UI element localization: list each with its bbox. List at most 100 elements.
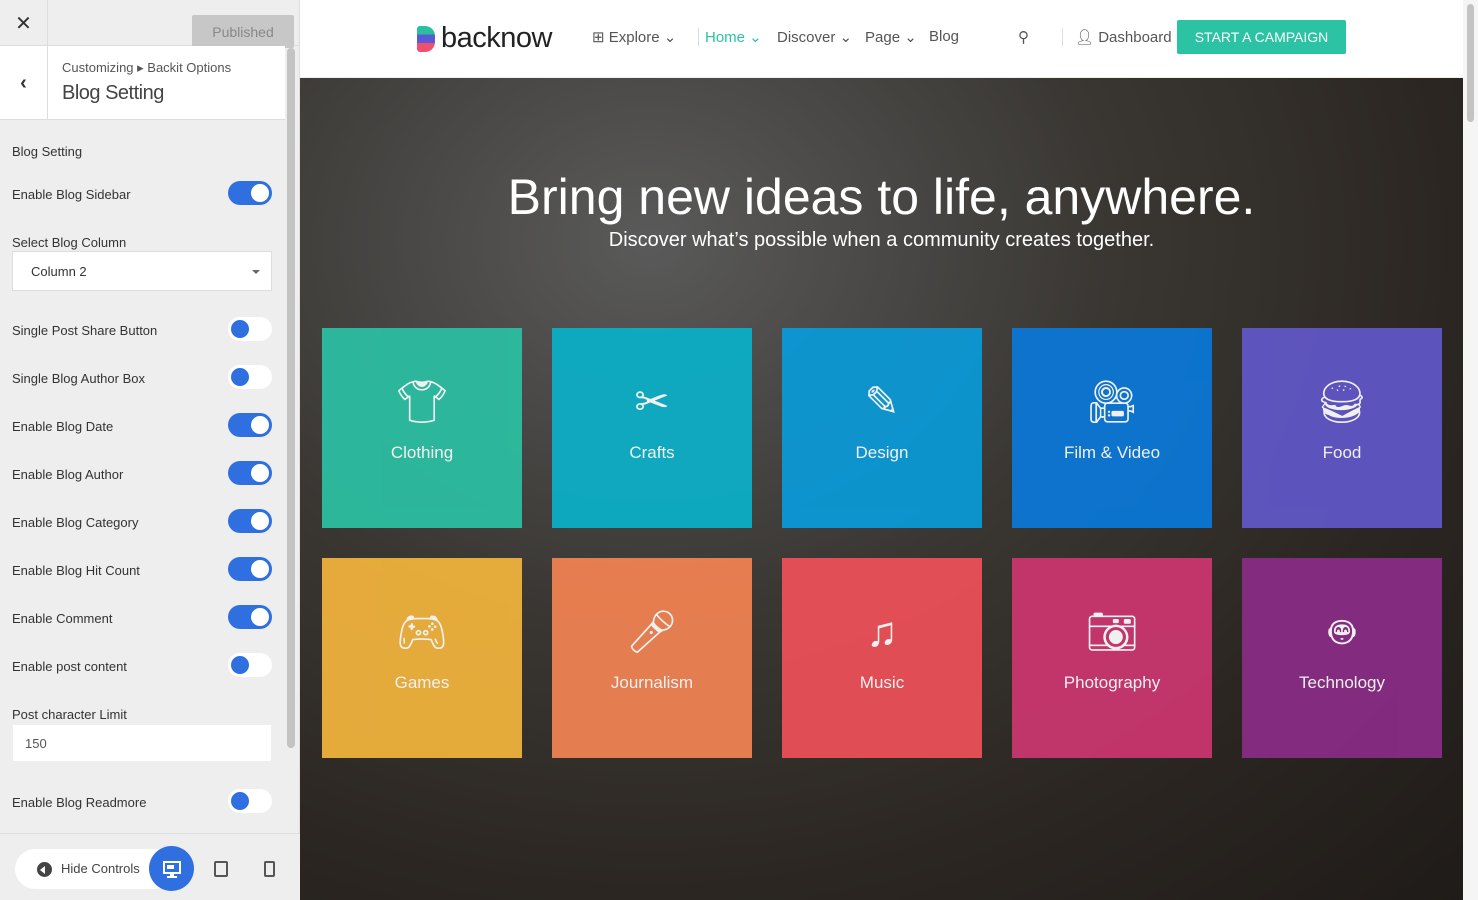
customizer-sidebar: ✕ Published ‹ Customizing ▸ Backit Optio… xyxy=(0,0,300,900)
hero-title: Bring new ideas to life, anywhere. xyxy=(507,169,1256,225)
setting-label: Enable Blog Hit Count xyxy=(12,563,140,578)
sidebar-scrollbar[interactable] xyxy=(287,48,295,748)
customizer-footer: Hide Controls xyxy=(0,833,300,900)
published-button[interactable]: Published xyxy=(192,15,294,48)
collapse-icon xyxy=(37,862,52,877)
setting-label: Enable Blog Author xyxy=(12,467,124,482)
setting-label: Enable Blog Readmore xyxy=(12,795,147,810)
mobile-preview-icon[interactable] xyxy=(264,861,275,877)
nav-home[interactable]: Home ⌄ xyxy=(698,28,762,46)
gamepad-icon: 🎮︎ xyxy=(395,608,449,655)
nav-page[interactable]: Page ⌄ xyxy=(865,28,917,46)
start-campaign-button[interactable]: START A CAMPAIGN xyxy=(1177,20,1346,54)
toggle-switch[interactable] xyxy=(228,509,272,533)
desktop-preview-button[interactable] xyxy=(149,846,194,891)
design-icon: ✎ xyxy=(864,378,900,425)
food-icon: 🍔︎ xyxy=(1315,378,1369,425)
hide-controls-label: Hide Controls xyxy=(61,861,140,876)
music-icon: ♫ xyxy=(866,608,898,655)
logo-text: backnow xyxy=(441,22,552,54)
camera-video-icon: 🎥︎ xyxy=(1085,378,1139,425)
shirt-icon: 👕︎ xyxy=(395,378,449,425)
hero-subtitle: Discover what’s possible when a communit… xyxy=(608,229,1155,251)
breadcrumb: Customizing ▸ Backit Options xyxy=(62,60,232,75)
category-tile[interactable]: 👕︎ Clothing xyxy=(322,328,522,528)
category-label: Food xyxy=(1322,443,1362,462)
setting-row: Enable Blog Category xyxy=(12,509,272,533)
category-tile[interactable]: ✂ Crafts xyxy=(552,328,752,528)
hero: Bring new ideas to life, anywhere. Disco… xyxy=(300,78,1463,900)
page-scrollbar[interactable] xyxy=(1463,0,1478,900)
toggle-switch[interactable] xyxy=(228,653,272,677)
site-preview: backnow ⊞ Explore ⌄ Home ⌄ Discover ⌄ Pa… xyxy=(300,0,1463,900)
back-icon[interactable]: ‹ xyxy=(0,46,48,120)
close-icon[interactable]: ✕ xyxy=(0,0,48,46)
setting-row: Single Blog Author Box xyxy=(12,365,272,389)
category-tile[interactable]: ♫ Music xyxy=(782,558,982,758)
camera-icon: 📷︎ xyxy=(1085,608,1139,655)
logo-mark xyxy=(417,25,435,52)
setting-label: Post character Limit xyxy=(12,707,127,722)
site-header: backnow ⊞ Explore ⌄ Home ⌄ Discover ⌄ Pa… xyxy=(300,0,1463,78)
toggle-switch[interactable] xyxy=(228,181,272,205)
nav-blog[interactable]: Blog xyxy=(929,28,959,45)
category-label: Games xyxy=(394,673,450,692)
toggle-switch[interactable] xyxy=(228,461,272,485)
setting-label: Select Blog Column xyxy=(12,235,127,250)
section-header: ‹ Customizing ▸ Backit Options Blog Sett… xyxy=(0,46,285,120)
setting-label: Enable Comment xyxy=(12,611,113,626)
blog-column-select[interactable]: Column 2 xyxy=(12,251,272,291)
search-icon[interactable]: ⚲ xyxy=(1018,28,1029,46)
setting-row: Enable post content xyxy=(12,653,272,677)
setting-row: Enable Comment xyxy=(12,605,272,629)
toggle-switch[interactable] xyxy=(228,413,272,437)
category-tile[interactable]: 🍔︎ Food xyxy=(1242,328,1442,528)
robot-icon: 🤖︎ xyxy=(1329,608,1355,655)
setting-row: Post character Limit xyxy=(12,707,272,722)
category-label: Photography xyxy=(1063,673,1161,692)
desktop-icon xyxy=(162,860,181,878)
setting-row: Enable Blog Date xyxy=(12,413,272,437)
category-label: Design xyxy=(855,443,909,462)
dashboard-link[interactable]: 👤︎ Dashboard xyxy=(1062,28,1172,46)
user-icon: 👤︎ xyxy=(1075,29,1095,46)
microphone-icon: 🎤︎ xyxy=(625,608,679,655)
setting-label: Enable post content xyxy=(12,659,127,674)
category-tile[interactable]: 🎤︎ Journalism xyxy=(552,558,752,758)
setting-label: Enable Blog Date xyxy=(12,419,114,434)
section-label: Blog Setting xyxy=(12,144,83,159)
crafts-icon: ✂ xyxy=(634,378,670,425)
category-label: Music xyxy=(859,673,905,692)
toggle-switch[interactable] xyxy=(228,317,272,341)
setting-row: Enable Blog Readmore xyxy=(12,789,272,813)
toggle-switch[interactable] xyxy=(228,789,272,813)
category-tile[interactable]: 🎥︎ Film & Video xyxy=(1012,328,1212,528)
toggle-switch[interactable] xyxy=(228,605,272,629)
setting-row: Enable Blog Author xyxy=(12,461,272,485)
nav-explore[interactable]: ⊞ Explore ⌄ xyxy=(592,28,676,46)
setting-row: Enable Blog Sidebar xyxy=(12,181,272,205)
category-tile[interactable]: 🎮︎ Games xyxy=(322,558,522,758)
logo[interactable]: backnow xyxy=(417,22,552,55)
toggle-switch[interactable] xyxy=(228,557,272,581)
customizer-topbar: ✕ Published xyxy=(0,0,299,48)
post-character-limit-input[interactable]: 150 xyxy=(12,724,272,762)
setting-row: Select Blog Column xyxy=(12,235,272,250)
setting-label: Enable Blog Category xyxy=(12,515,139,530)
nav-discover[interactable]: Discover ⌄ xyxy=(777,28,852,46)
setting-label: Single Blog Author Box xyxy=(12,371,145,386)
category-label: Crafts xyxy=(629,443,675,462)
category-label: Film & Video xyxy=(1063,443,1161,462)
tablet-preview-icon[interactable] xyxy=(214,861,228,877)
setting-row: Single Post Share Button xyxy=(12,317,272,341)
toggle-switch[interactable] xyxy=(228,365,272,389)
setting-label: Enable Blog Sidebar xyxy=(12,187,131,202)
category-tile[interactable]: 📷︎ Photography xyxy=(1012,558,1212,758)
category-label: Technology xyxy=(1298,673,1385,692)
category-label: Clothing xyxy=(390,443,454,462)
setting-row: Enable Blog Hit Count xyxy=(12,557,272,581)
category-tile[interactable]: ✎ Design xyxy=(782,328,982,528)
page-title: Blog Setting xyxy=(62,82,164,104)
category-label: Journalism xyxy=(610,673,694,692)
category-tile[interactable]: 🤖︎ Technology xyxy=(1242,558,1442,758)
